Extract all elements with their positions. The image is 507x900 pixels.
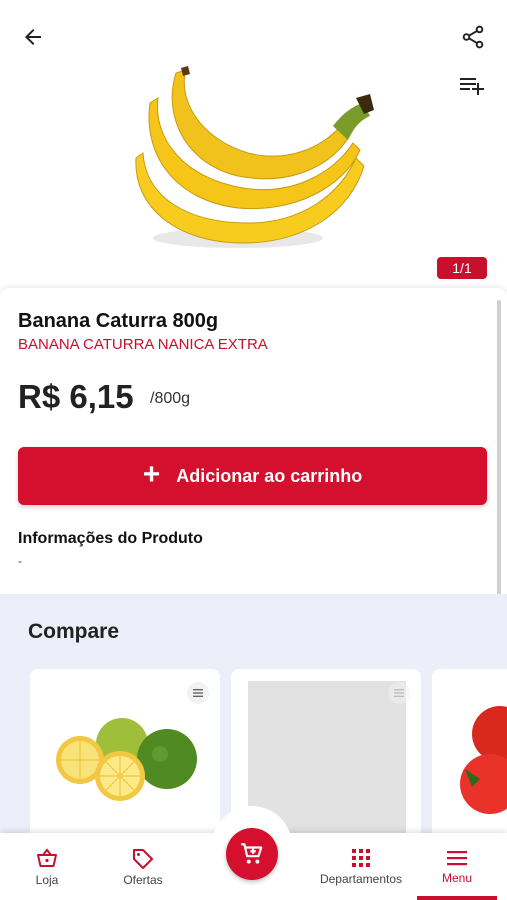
add-to-list-button[interactable] bbox=[454, 68, 490, 102]
back-button[interactable] bbox=[16, 20, 50, 54]
nav-item-departamentos[interactable]: Departamentos bbox=[308, 833, 414, 900]
tag-icon bbox=[133, 848, 153, 869]
price-unit: /800g bbox=[150, 390, 191, 407]
active-tab-indicator bbox=[417, 896, 497, 900]
image-counter-badge: 1/1 bbox=[437, 257, 487, 279]
list-icon[interactable] bbox=[187, 682, 209, 704]
product-info-text: - bbox=[18, 554, 22, 568]
list-icon[interactable] bbox=[388, 682, 410, 704]
nav-label-ofertas: Ofertas bbox=[123, 872, 163, 887]
nav-label-loja: Loja bbox=[35, 872, 59, 887]
nav-item-menu[interactable]: Menu bbox=[417, 833, 497, 900]
arrow-left-icon bbox=[25, 29, 41, 45]
compare-title: Compare bbox=[28, 620, 120, 643]
share-icon bbox=[462, 25, 484, 49]
nav-item-loja[interactable]: Loja bbox=[14, 833, 80, 900]
nav-item-ofertas[interactable]: Ofertas bbox=[108, 833, 178, 900]
product-description: BANANA CATURRA NANICA EXTRA bbox=[18, 336, 268, 353]
add-to-cart-button[interactable]: + Adicionar ao carrinho bbox=[18, 447, 487, 505]
product-name: Banana Caturra 800g bbox=[18, 310, 219, 332]
nav-label-menu: Menu bbox=[441, 870, 473, 885]
product-price: R$ 6,15 bbox=[18, 378, 134, 415]
plus-icon: + bbox=[142, 457, 161, 491]
menu-icon bbox=[447, 850, 467, 865]
product-info-title: Informações do Produto bbox=[18, 530, 203, 547]
grid-icon bbox=[352, 848, 370, 867]
nav-label-departamentos: Departamentos bbox=[319, 871, 403, 886]
lime-image bbox=[56, 718, 197, 801]
scrollbar[interactable] bbox=[497, 300, 501, 640]
share-button[interactable] bbox=[456, 20, 490, 54]
product-image-area: 1/1 bbox=[0, 0, 507, 292]
product-details-card: Banana Caturra 800g BANANA CATURRA NANIC… bbox=[0, 288, 507, 594]
basket-icon bbox=[37, 847, 57, 867]
tomato-image bbox=[460, 706, 507, 814]
cart-icon bbox=[241, 843, 263, 864]
cart-button[interactable] bbox=[226, 828, 278, 880]
add-to-cart-label: Adicionar ao carrinho bbox=[176, 465, 363, 486]
banana-image bbox=[135, 66, 374, 248]
playlist-add-icon bbox=[460, 78, 484, 95]
